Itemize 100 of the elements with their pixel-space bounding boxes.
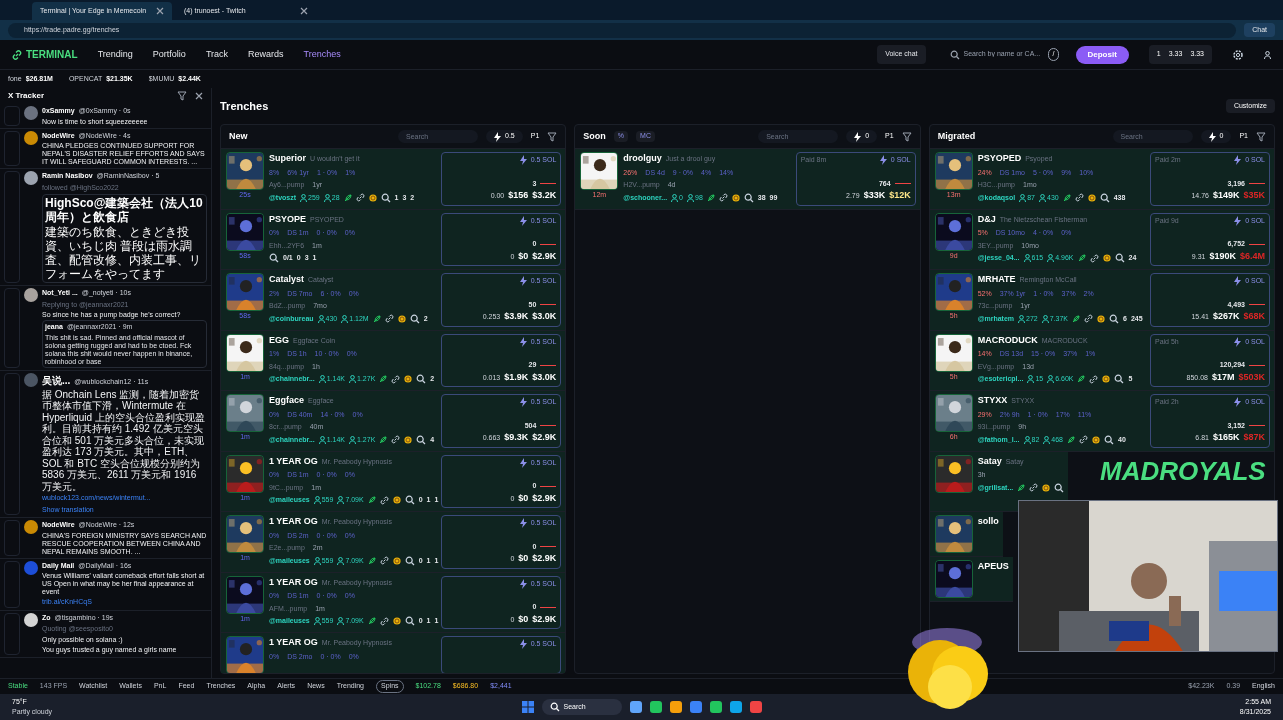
market-cap: $2.9K xyxy=(532,552,557,565)
search-icon xyxy=(1114,374,1125,385)
market-cap: $503K xyxy=(1238,370,1265,384)
link-icon xyxy=(1079,435,1088,445)
token-name: droolguy xyxy=(623,152,662,165)
column-title: New xyxy=(229,129,248,143)
app-icon[interactable] xyxy=(689,701,702,713)
token-card[interactable]: APEUS xyxy=(929,557,1013,602)
person-icon xyxy=(1027,375,1035,384)
person-icon xyxy=(1018,314,1026,323)
volume-value: $17M xyxy=(1211,370,1235,384)
nav-link[interactable]: Trending xyxy=(97,47,133,62)
volume-value: $9.3K xyxy=(504,431,529,444)
market-cap: $12K xyxy=(889,189,911,202)
column-title: Migrated xyxy=(937,129,976,143)
close-icon[interactable] xyxy=(156,7,164,15)
volume-value: $0 xyxy=(518,552,529,565)
feather-icon xyxy=(706,193,715,202)
nav-link[interactable]: Rewards xyxy=(248,47,284,62)
lightning-icon xyxy=(519,457,527,468)
volume-value: $149K xyxy=(1212,189,1240,202)
nav-link[interactable]: Portfolio xyxy=(152,47,186,62)
lightning-icon xyxy=(519,639,527,650)
filter-icon[interactable] xyxy=(1256,131,1266,142)
nav-link[interactable]: Track xyxy=(205,47,229,62)
link-icon xyxy=(391,374,401,384)
filter-icon[interactable] xyxy=(901,131,912,142)
person-icon xyxy=(687,193,694,202)
nav-link[interactable]: Trenches xyxy=(303,47,341,62)
filter-icon[interactable] xyxy=(177,91,187,101)
app-icon[interactable] xyxy=(669,701,682,713)
token-card[interactable]: sollo xyxy=(929,512,1003,557)
close-icon[interactable] xyxy=(300,7,308,15)
author-name: 吴说... xyxy=(42,373,71,388)
link-icon xyxy=(391,435,401,445)
avatar xyxy=(24,372,38,387)
person-icon xyxy=(1023,435,1031,444)
app-logo: TERMINAL xyxy=(26,48,78,62)
app-icon[interactable] xyxy=(729,701,742,713)
search-icon xyxy=(1109,313,1120,324)
search-icon xyxy=(380,192,391,203)
token-name: Eggface xyxy=(269,394,304,407)
coin-icon xyxy=(392,617,401,626)
column-title: Soon xyxy=(583,129,606,143)
coin-icon xyxy=(1097,314,1106,323)
app-icon[interactable] xyxy=(749,701,762,713)
person-icon xyxy=(1023,254,1031,263)
deposit-button[interactable]: Deposit xyxy=(1075,45,1129,64)
avatar xyxy=(24,171,38,185)
volume-value: $1.9K xyxy=(504,370,529,384)
app-icon[interactable] xyxy=(709,701,722,713)
app-icon[interactable] xyxy=(649,701,662,713)
token-name: MRHATE xyxy=(977,273,1016,286)
lightning-icon xyxy=(1234,215,1242,226)
person-icon xyxy=(1043,435,1051,444)
token-name: 1 YEAR OG xyxy=(269,636,318,649)
search-icon xyxy=(416,374,427,385)
stream-caption: MADROYALS xyxy=(1100,458,1266,484)
feather-icon xyxy=(372,314,381,323)
person-icon xyxy=(1019,193,1027,202)
person-icon xyxy=(1264,50,1271,59)
search-icon xyxy=(549,702,560,712)
token-name: Superior xyxy=(269,152,306,165)
link-icon xyxy=(718,193,728,203)
filter-icon[interactable] xyxy=(547,131,558,142)
avatar xyxy=(24,288,38,302)
token-name: MACRODUCK xyxy=(977,333,1038,347)
market-cap: $2.9K xyxy=(532,612,557,626)
coin-icon xyxy=(1087,193,1096,202)
avatar xyxy=(24,520,38,534)
token-name: Satay xyxy=(977,454,1002,468)
person-icon xyxy=(313,496,321,505)
app-icon[interactable] xyxy=(629,701,642,713)
volume-value: $156 xyxy=(508,189,529,202)
coin-icon xyxy=(368,193,377,202)
person-icon xyxy=(1047,254,1055,263)
link-icon xyxy=(1089,253,1099,263)
token-name: 1 YEAR OG xyxy=(269,575,318,589)
search-icon xyxy=(1099,192,1110,203)
link-icon xyxy=(1029,483,1039,493)
coin-icon xyxy=(1092,435,1100,444)
feather-icon xyxy=(367,617,376,626)
lightning-icon xyxy=(1208,131,1216,142)
close-icon[interactable] xyxy=(195,92,203,100)
tweet-text: 建築のち飲食、ときどき投資、いちじ肉 普段は雨水調査、配管改修、内装工事、リフォームをやってます xyxy=(45,225,202,281)
settings-icon[interactable] xyxy=(1232,48,1244,61)
search-icon xyxy=(404,495,415,506)
windows-icon[interactable] xyxy=(521,701,534,713)
token-name: APEUS xyxy=(977,560,1009,573)
lightning-icon xyxy=(494,131,502,142)
person-icon xyxy=(337,617,345,626)
feather-icon xyxy=(1067,435,1075,444)
person-icon xyxy=(318,435,326,444)
market-cap: $2.9K xyxy=(532,491,557,505)
feather-icon xyxy=(1062,193,1071,202)
market-cap: $3.0K xyxy=(532,310,557,323)
volume-value: $3.9K xyxy=(504,310,529,323)
search-icon xyxy=(1054,482,1065,493)
person-icon xyxy=(317,314,325,323)
search-icon xyxy=(269,253,279,264)
